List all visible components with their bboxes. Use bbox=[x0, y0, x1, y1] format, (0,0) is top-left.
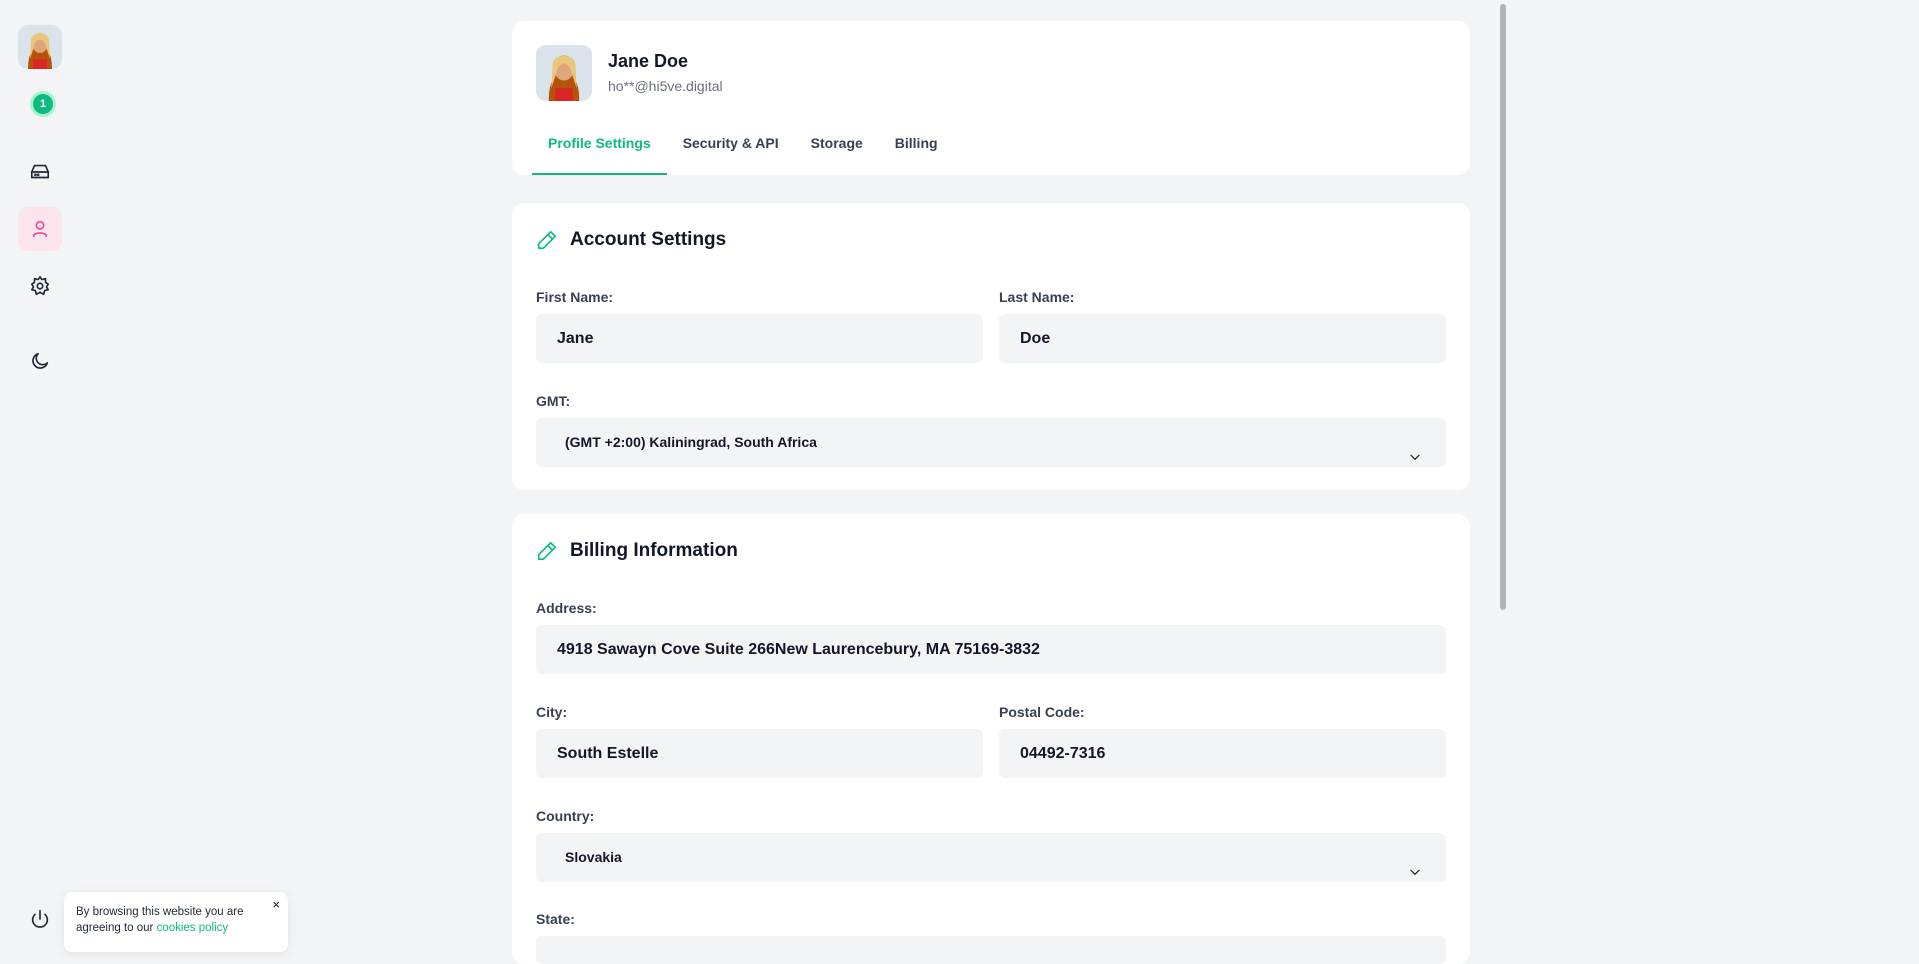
sidebar-item-settings[interactable] bbox=[18, 264, 62, 308]
billing-information-card: Billing Information Address: 4918 Sawayn… bbox=[512, 514, 1470, 964]
billing-information-heading: Billing Information bbox=[536, 540, 738, 562]
profile-avatar bbox=[536, 45, 592, 101]
storage-drive-icon bbox=[30, 164, 50, 179]
sidebar: 1 bbox=[0, 0, 80, 948]
power-icon bbox=[31, 909, 49, 928]
pencil-icon bbox=[537, 541, 557, 561]
sidebar-item-storage[interactable] bbox=[18, 150, 62, 194]
state-select[interactable] bbox=[536, 936, 1446, 964]
cookie-notice: By browsing this website you are agreein… bbox=[64, 892, 288, 952]
pencil-icon bbox=[537, 230, 557, 250]
profile-email: ho**@hi5ve.digital bbox=[608, 78, 723, 94]
country-label: Country: bbox=[536, 808, 595, 824]
notification-badge: 1 bbox=[33, 94, 53, 114]
user-icon bbox=[32, 220, 48, 238]
profile-tabs: Profile Settings Security & API Storage … bbox=[532, 126, 954, 175]
first-name-label: First Name: bbox=[536, 289, 614, 305]
last-name-label: Last Name: bbox=[999, 289, 1075, 305]
gmt-label: GMT: bbox=[536, 393, 571, 409]
state-label: State: bbox=[536, 911, 575, 927]
account-settings-title: Account Settings bbox=[570, 229, 727, 250]
city-input[interactable]: South Estelle bbox=[536, 729, 983, 778]
tab-storage[interactable]: Storage bbox=[795, 126, 879, 175]
last-name-input[interactable]: Doe bbox=[999, 314, 1446, 363]
country-select[interactable]: Slovakia bbox=[536, 833, 1446, 882]
postal-code-input[interactable]: 04492-7316 bbox=[999, 729, 1446, 778]
account-settings-card: Account Settings First Name: Jane Last N… bbox=[512, 203, 1470, 490]
gmt-select[interactable]: (GMT +2:00) Kaliningrad, South Africa bbox=[536, 418, 1446, 467]
cookie-policy-link[interactable]: cookies policy bbox=[157, 922, 229, 934]
city-label: City: bbox=[536, 704, 568, 720]
dark-mode-toggle[interactable] bbox=[18, 339, 62, 383]
country-select-value: Slovakia bbox=[565, 849, 622, 865]
first-name-input[interactable]: Jane bbox=[536, 314, 983, 363]
moon-icon bbox=[32, 352, 49, 369]
billing-information-title: Billing Information bbox=[570, 540, 738, 561]
tab-billing[interactable]: Billing bbox=[879, 126, 954, 175]
chevron-down-icon bbox=[1408, 850, 1422, 875]
profile-name: Jane Doe bbox=[608, 51, 689, 71]
profile-header-card: Jane Doe ho**@hi5ve.digital Profile Sett… bbox=[512, 21, 1470, 175]
scrollbar-thumb[interactable] bbox=[1500, 4, 1506, 610]
tab-profile-settings[interactable]: Profile Settings bbox=[532, 126, 667, 175]
gmt-select-value: (GMT +2:00) Kaliningrad, South Africa bbox=[565, 434, 817, 450]
logout-button[interactable] bbox=[18, 897, 62, 941]
account-settings-heading: Account Settings bbox=[536, 229, 726, 251]
sidebar-avatar[interactable] bbox=[18, 25, 62, 69]
chevron-down-icon bbox=[1408, 435, 1422, 460]
tab-security-api[interactable]: Security & API bbox=[667, 126, 795, 175]
gear-icon bbox=[30, 276, 50, 296]
sidebar-item-profile[interactable] bbox=[18, 207, 62, 251]
postal-code-label: Postal Code: bbox=[999, 704, 1085, 720]
cookie-close-button[interactable]: × bbox=[272, 898, 280, 912]
address-input[interactable]: 4918 Sawayn Cove Suite 266New Laurencebu… bbox=[536, 625, 1446, 674]
address-label: Address: bbox=[536, 600, 597, 616]
